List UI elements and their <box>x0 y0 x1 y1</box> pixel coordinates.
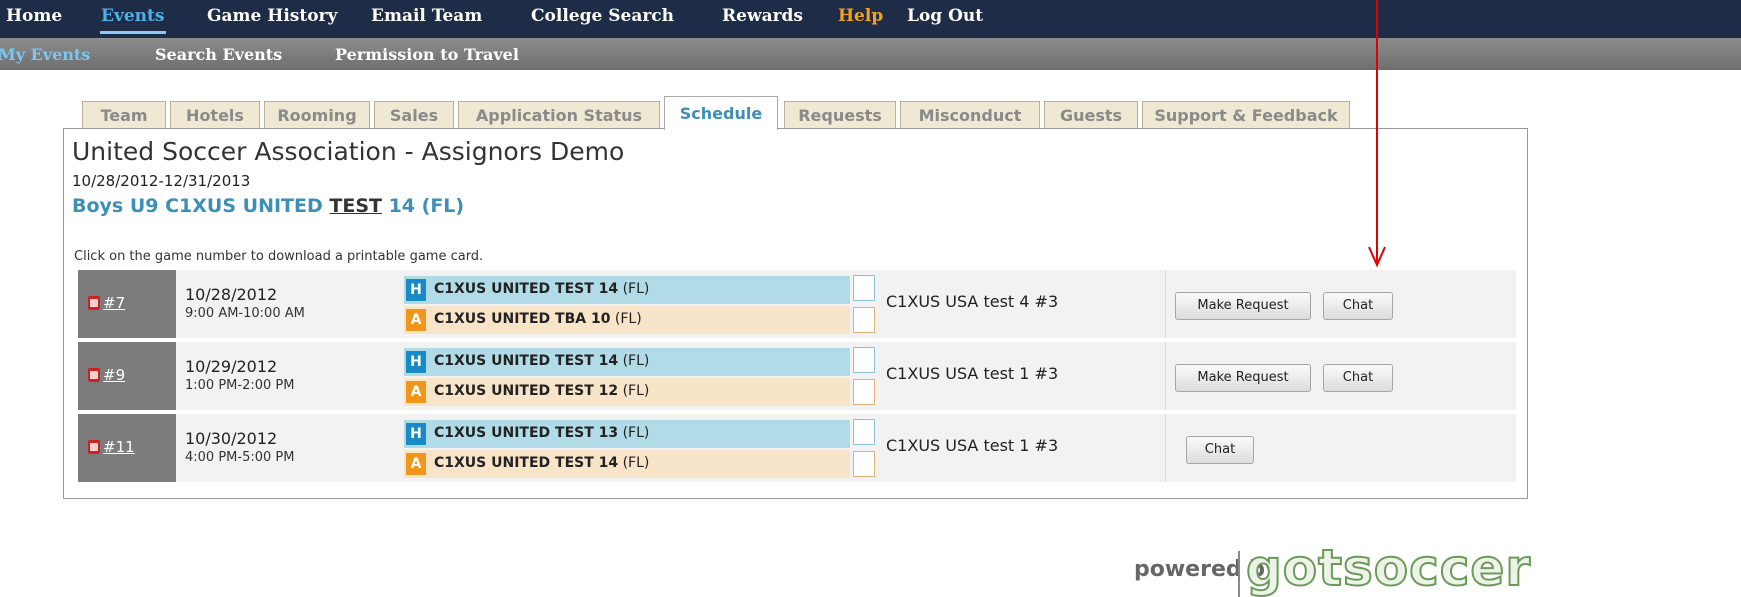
game-number-link[interactable]: #7 <box>103 294 125 312</box>
pdf-icon <box>88 368 100 382</box>
game-field: C1XUS USA test 1 #3 <box>886 436 1059 455</box>
home-badge: H <box>406 279 426 301</box>
game-number-cell: #9 <box>78 342 176 410</box>
home-team-state: (FL) <box>622 281 650 297</box>
game-field: C1XUS USA test 4 #3 <box>886 292 1059 311</box>
nav-active-indicator <box>100 31 166 34</box>
pdf-icon <box>88 440 100 454</box>
home-team-bar: H C1XUS UNITED TEST 14 (FL) <box>404 276 850 304</box>
tab-support-feedback[interactable]: Support & Feedback <box>1142 101 1350 129</box>
away-team-name: C1XUS UNITED TEST 12 <box>434 383 619 399</box>
away-team-state: (FL) <box>614 311 642 327</box>
game-row: #9 10/29/2012 1:00 PM-2:00 PM H C1XUS UN… <box>78 342 1516 410</box>
chat-button[interactable]: Chat <box>1186 436 1254 464</box>
away-score-input[interactable] <box>853 451 875 477</box>
home-team-bar: H C1XUS UNITED TEST 14 (FL) <box>404 348 850 376</box>
game-date: 10/28/2012 <box>185 285 278 304</box>
gotsoccer-logo: gotsoccer <box>1245 538 1532 597</box>
nav-rewards[interactable]: Rewards <box>722 6 803 26</box>
tab-requests[interactable]: Requests <box>784 101 896 129</box>
game-time: 4:00 PM-5:00 PM <box>185 450 295 465</box>
away-team-bar: A C1XUS UNITED TBA 10 (FL) <box>404 306 850 334</box>
subnav-my-events[interactable]: My Events <box>0 45 90 64</box>
chat-button[interactable]: Chat <box>1323 292 1393 320</box>
home-score-input[interactable] <box>853 419 875 445</box>
home-badge: H <box>406 423 426 445</box>
nav-home[interactable]: Home <box>6 6 62 26</box>
event-title: United Soccer Association - Assignors De… <box>72 137 625 166</box>
tab-sales[interactable]: Sales <box>374 101 454 129</box>
event-dates: 10/28/2012-12/31/2013 <box>72 172 251 190</box>
home-team-state: (FL) <box>622 425 650 441</box>
tab-rooming[interactable]: Rooming <box>264 101 370 129</box>
instructions: Click on the game number to download a p… <box>74 249 484 264</box>
game-field: C1XUS USA test 1 #3 <box>886 364 1059 383</box>
away-team-state: (FL) <box>622 383 650 399</box>
game-time: 9:00 AM-10:00 AM <box>185 306 305 321</box>
away-badge: A <box>406 309 426 331</box>
game-date: 10/30/2012 <box>185 429 278 448</box>
away-badge: A <box>406 453 426 475</box>
away-team-bar: A C1XUS UNITED TEST 12 (FL) <box>404 378 850 406</box>
nav-college-search[interactable]: College Search <box>531 6 674 26</box>
away-team-state: (FL) <box>622 455 650 471</box>
home-team-name: C1XUS UNITED TEST 13 <box>434 425 619 441</box>
away-team-bar: A C1XUS UNITED TEST 14 (FL) <box>404 450 850 478</box>
game-time: 1:00 PM-2:00 PM <box>185 378 295 393</box>
tab-team[interactable]: Team <box>82 101 166 129</box>
nav-game-history[interactable]: Game History <box>207 6 337 26</box>
game-row: #7 10/28/2012 9:00 AM-10:00 AM H C1XUS U… <box>78 270 1516 338</box>
top-nav: Home Events Game History Email Team Coll… <box>0 0 1741 38</box>
game-actions: Make Request Chat <box>1165 342 1516 410</box>
subnav-search-events[interactable]: Search Events <box>155 45 282 64</box>
away-score-input[interactable] <box>853 379 875 405</box>
game-number-link[interactable]: #9 <box>103 366 125 384</box>
home-team-bar: H C1XUS UNITED TEST 13 (FL) <box>404 420 850 448</box>
make-request-button[interactable]: Make Request <box>1175 364 1311 392</box>
team-name-underlined: TEST <box>329 195 382 217</box>
home-team-name: C1XUS UNITED TEST 14 <box>434 353 619 369</box>
game-actions: Make Request Chat <box>1165 270 1516 338</box>
tab-guests[interactable]: Guests <box>1044 101 1138 129</box>
pdf-icon <box>88 296 100 310</box>
tab-misconduct[interactable]: Misconduct <box>900 101 1040 129</box>
tab-application-status[interactable]: Application Status <box>458 101 660 129</box>
chat-button[interactable]: Chat <box>1323 364 1393 392</box>
home-team-name: C1XUS UNITED TEST 14 <box>434 281 619 297</box>
team-name: Boys U9 C1XUS UNITED TEST 14 (FL) <box>72 195 464 217</box>
tab-hotels[interactable]: Hotels <box>170 101 260 129</box>
subnav-permission-to-travel[interactable]: Permission to Travel <box>335 45 519 64</box>
make-request-button[interactable]: Make Request <box>1175 292 1311 320</box>
game-number-cell: #11 <box>78 414 176 482</box>
team-name-prefix: Boys U9 C1XUS UNITED <box>72 195 330 217</box>
nav-events[interactable]: Events <box>101 6 164 26</box>
logo-divider <box>1238 551 1240 597</box>
home-team-state: (FL) <box>622 353 650 369</box>
team-name-suffix: 14 (FL) <box>381 195 465 217</box>
home-score-input[interactable] <box>853 275 875 301</box>
game-number-cell: #7 <box>78 270 176 338</box>
away-team-name: C1XUS UNITED TEST 14 <box>434 455 619 471</box>
away-score-input[interactable] <box>853 307 875 333</box>
nav-help[interactable]: Help <box>838 6 883 26</box>
tab-schedule[interactable]: Schedule <box>664 96 778 130</box>
away-team-name: C1XUS UNITED TBA 10 <box>434 311 611 327</box>
game-actions: Chat <box>1165 414 1516 482</box>
game-number-link[interactable]: #11 <box>103 438 135 456</box>
away-badge: A <box>406 381 426 403</box>
sub-nav: My Events Search Events Permission to Tr… <box>0 38 1741 70</box>
nav-email-team[interactable]: Email Team <box>371 6 482 26</box>
nav-log-out[interactable]: Log Out <box>907 6 983 26</box>
game-row: #11 10/30/2012 4:00 PM-5:00 PM H C1XUS U… <box>78 414 1516 482</box>
home-badge: H <box>406 351 426 373</box>
game-date: 10/29/2012 <box>185 357 278 376</box>
home-score-input[interactable] <box>853 347 875 373</box>
